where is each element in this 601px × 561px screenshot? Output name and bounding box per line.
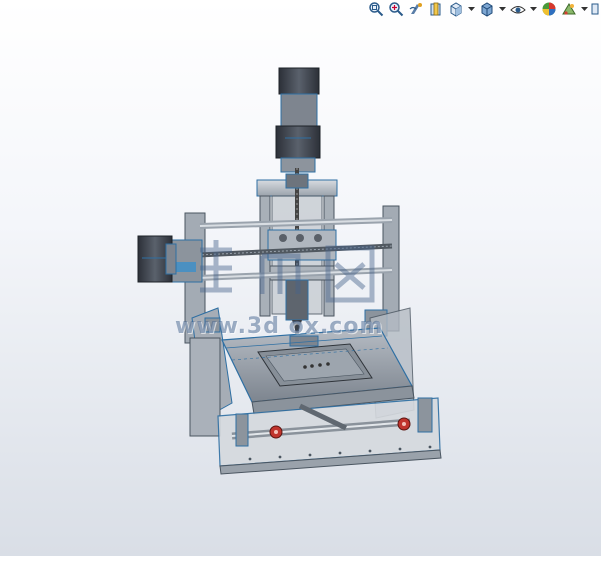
hide-show-items-icon[interactable] — [509, 0, 527, 18]
x-axis-motor — [137, 235, 177, 283]
section-view-icon[interactable] — [427, 0, 445, 18]
view-toolbar — [311, 0, 601, 18]
y-axis-base — [217, 397, 442, 475]
apply-scene-icon[interactable] — [560, 0, 578, 18]
zoom-to-area-icon[interactable] — [387, 0, 405, 18]
watermark-text: www.3d ox.com — [175, 314, 384, 339]
view-orientation-dropdown-icon[interactable] — [467, 0, 476, 18]
edit-appearance-icon[interactable] — [540, 0, 558, 18]
work-bed — [221, 327, 415, 415]
view-settings-icon[interactable] — [591, 0, 599, 18]
cnc-machine-model — [137, 67, 442, 475]
zoom-to-fit-icon[interactable] — [367, 0, 385, 18]
previous-view-icon[interactable] — [407, 0, 425, 18]
z-axis-motor — [275, 67, 321, 173]
display-style-dropdown-icon[interactable] — [498, 0, 507, 18]
apply-scene-dropdown-icon[interactable] — [580, 0, 589, 18]
graphics-viewport[interactable]: www.3d ox.com — [0, 18, 601, 556]
hide-show-dropdown-icon[interactable] — [529, 0, 538, 18]
display-style-icon[interactable] — [478, 0, 496, 18]
view-orientation-icon[interactable] — [447, 0, 465, 18]
